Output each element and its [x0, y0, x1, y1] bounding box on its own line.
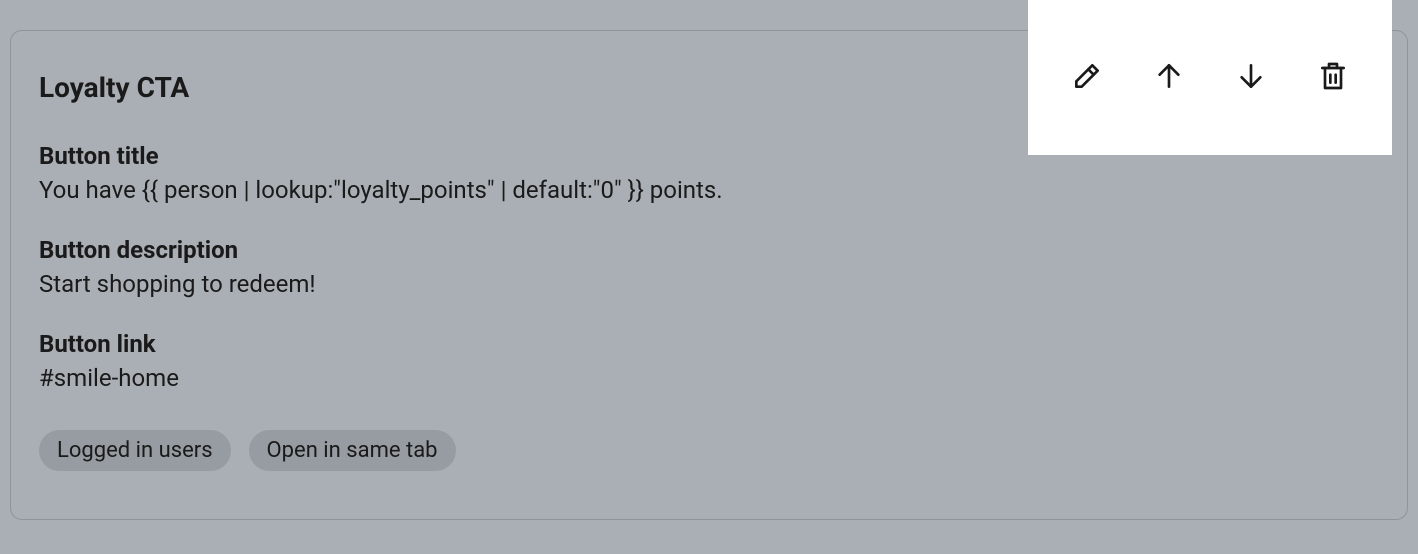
move-up-button[interactable]	[1145, 54, 1193, 102]
tag-logged-in-users: Logged in users	[39, 430, 231, 471]
button-description-value: Start shopping to redeem!	[39, 270, 1379, 298]
card-toolbar	[1028, 0, 1392, 155]
arrow-down-icon	[1235, 60, 1267, 95]
button-description-label: Button description	[39, 236, 1379, 264]
button-link-label: Button link	[39, 330, 1379, 358]
tag-open-same-tab: Open in same tab	[249, 430, 456, 471]
button-link-field: Button link #smile-home	[39, 330, 1379, 392]
button-title-value: You have {{ person | lookup:"loyalty_poi…	[39, 176, 1379, 204]
button-link-value: #smile-home	[39, 364, 1379, 392]
trash-icon	[1317, 60, 1349, 95]
pencil-icon	[1071, 60, 1103, 95]
edit-button[interactable]	[1063, 54, 1111, 102]
arrow-up-icon	[1153, 60, 1185, 95]
delete-button[interactable]	[1309, 54, 1357, 102]
move-down-button[interactable]	[1227, 54, 1275, 102]
card-tags: Logged in users Open in same tab	[39, 430, 1379, 471]
button-description-field: Button description Start shopping to red…	[39, 236, 1379, 298]
